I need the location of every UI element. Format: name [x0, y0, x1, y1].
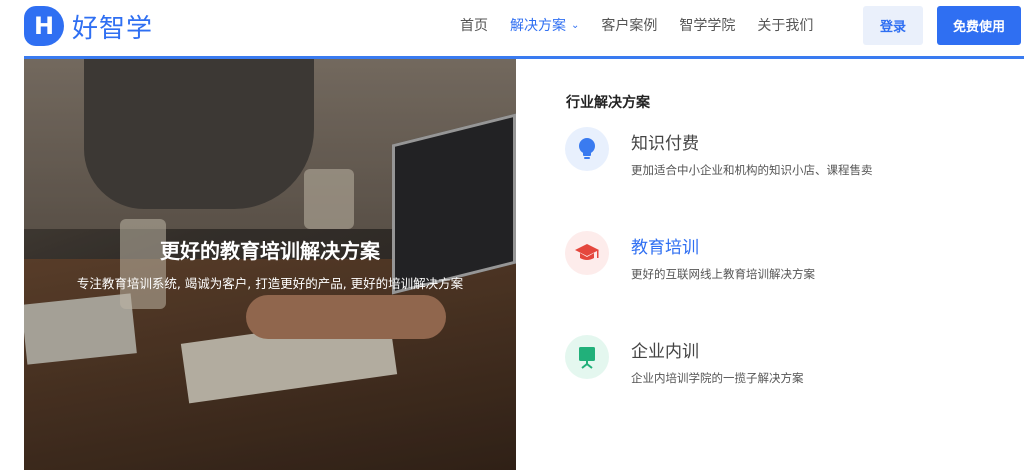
- lightbulb-icon: [565, 127, 609, 171]
- solution-title: 教育培训: [631, 238, 699, 258]
- solution-desc: 企业内培训学院的一揽子解决方案: [631, 371, 804, 385]
- solution-item-education[interactable]: 教育培训 更好的互联网线上教育培训解决方案: [565, 231, 965, 291]
- nav-item-label: 客户案例: [601, 18, 658, 34]
- solution-desc: 更好的互联网线上教育培训解决方案: [631, 267, 815, 281]
- nav-item-label: 智学学院: [679, 18, 736, 34]
- logo-text: 好智学: [72, 13, 154, 44]
- nav-item-label: 关于我们: [757, 18, 814, 34]
- panel-heading: 行业解决方案: [566, 95, 650, 111]
- solution-banner[interactable]: 更好的教育培训解决方案 专注教育培训系统, 竭诚为客户, 打造更好的产品, 更好…: [24, 59, 516, 470]
- solution-item-knowledge[interactable]: 知识付费 更加适合中小企业和机构的知识小店、课程售卖: [565, 127, 965, 187]
- graduation-cap-icon: [565, 231, 609, 275]
- nav-item-solutions[interactable]: 解决方案 ⌄: [510, 15, 579, 35]
- solution-desc: 更加适合中小企业和机构的知识小店、课程售卖: [631, 163, 873, 177]
- nav-item-label: 首页: [460, 18, 488, 34]
- nav-item-about[interactable]: 关于我们: [757, 15, 813, 35]
- main-menu: 首页 解决方案 ⌄ 客户案例 智学学院 关于我们: [460, 0, 835, 50]
- banner-overlay: [24, 59, 516, 470]
- solutions-panel: 行业解决方案 知识付费 更加适合中小企业和机构的知识小店、课程售卖 教育培训 更…: [516, 59, 1024, 470]
- logo[interactable]: H 好智学: [24, 6, 153, 46]
- solution-title: 企业内训: [631, 342, 699, 362]
- nav-item-label: 解决方案: [510, 18, 566, 34]
- nav-item-home[interactable]: 首页: [460, 15, 488, 35]
- presentation-board-icon: [565, 335, 609, 379]
- top-nav: H 好智学 首页 解决方案 ⌄ 客户案例 智学学院 关于我们 登录 免费使用: [0, 0, 1024, 57]
- nav-item-cases[interactable]: 客户案例: [601, 15, 657, 35]
- chevron-down-icon: ⌄: [571, 19, 580, 31]
- logo-badge-icon: H: [24, 6, 64, 46]
- nav-item-academy[interactable]: 智学学院: [679, 15, 735, 35]
- login-button[interactable]: 登录: [863, 6, 923, 45]
- solution-item-corporate[interactable]: 企业内训 企业内培训学院的一揽子解决方案: [565, 335, 965, 395]
- banner-title: 更好的教育培训解决方案: [160, 239, 380, 263]
- free-trial-button[interactable]: 免费使用: [937, 6, 1021, 45]
- solution-title: 知识付费: [631, 134, 699, 154]
- banner-subtitle: 专注教育培训系统, 竭诚为客户, 打造更好的产品, 更好的培训解决方案: [76, 276, 464, 291]
